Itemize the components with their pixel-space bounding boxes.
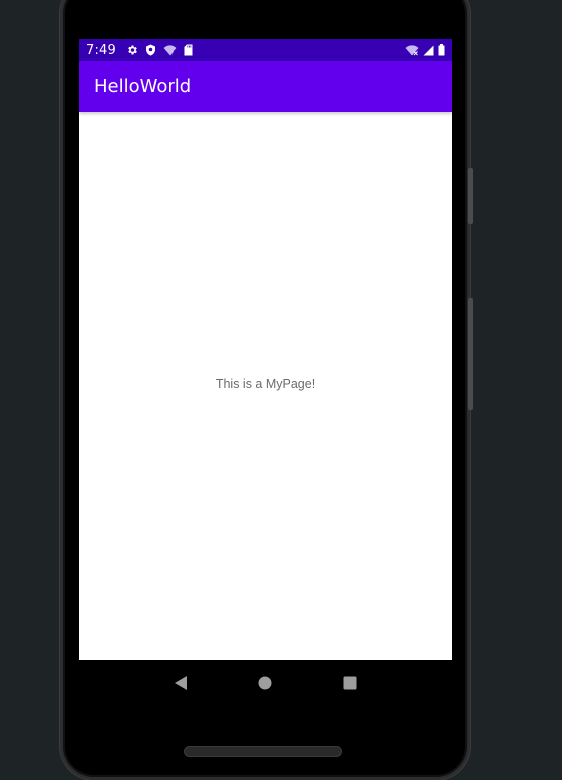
svg-text:?: ?: [172, 50, 175, 56]
cell-signal-icon: [423, 45, 434, 56]
page-content: This is a MyPage!: [79, 112, 452, 660]
app-title: HelloWorld: [94, 76, 192, 97]
wifi-question-icon: ?: [163, 44, 177, 56]
status-time: 7:49: [86, 42, 116, 58]
wifi-off-icon: [405, 44, 419, 56]
device-screen: 7:49 ? HelloWorld This is a MyPage!: [79, 39, 452, 660]
back-icon[interactable]: [166, 668, 196, 698]
home-icon[interactable]: [250, 668, 280, 698]
shield-icon: [145, 44, 156, 56]
sd-card-icon: [184, 44, 193, 56]
status-bar: 7:49 ?: [79, 39, 452, 61]
recents-icon[interactable]: [335, 668, 365, 698]
navigation-bar: [79, 660, 452, 705]
power-button[interactable]: [468, 168, 473, 224]
status-left-icons: ?: [126, 44, 193, 56]
app-bar: HelloWorld: [79, 61, 452, 112]
page-message: This is a MyPage!: [215, 377, 316, 391]
volume-button[interactable]: [468, 298, 473, 410]
bottom-speaker-grille: [184, 746, 342, 757]
battery-icon: [438, 44, 445, 56]
status-right-icons: [405, 44, 445, 56]
settings-icon: [126, 44, 138, 56]
